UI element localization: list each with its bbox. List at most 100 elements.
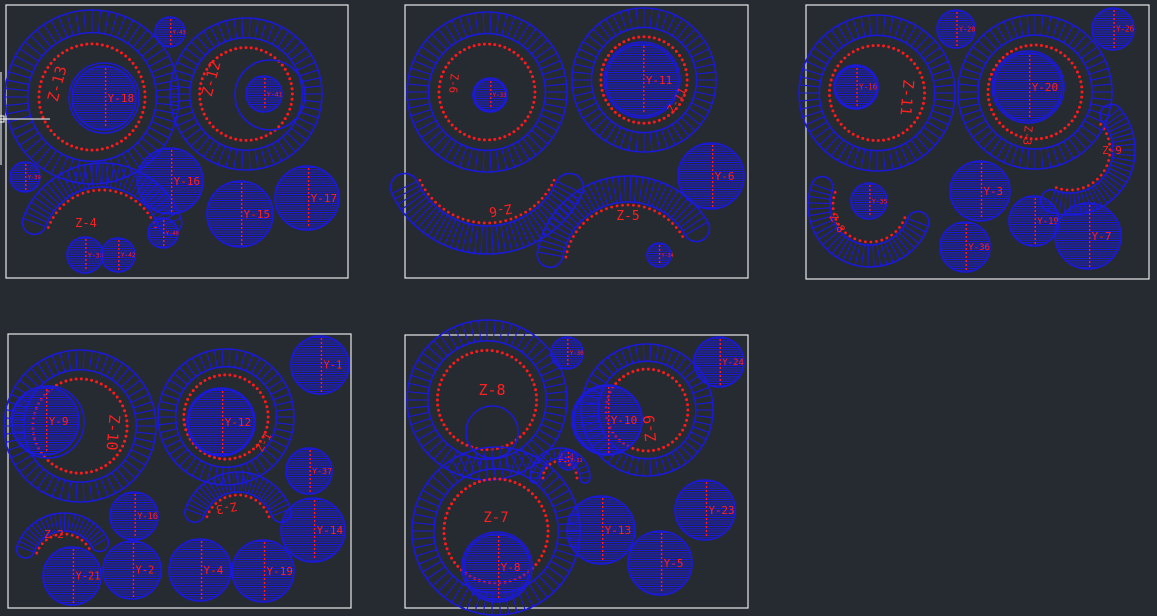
disc-part[interactable]: Y-9: [10, 386, 80, 456]
disc-label: Y-42: [121, 252, 136, 259]
disc-label: Y-18: [108, 92, 135, 105]
disc-part[interactable]: Y-4: [168, 538, 232, 602]
disc-part[interactable]: Y-38: [66, 236, 104, 274]
nesting-sheet: Z-4Z-8Z-9Z-7Y-10Y-30Y-24Y-13Y-23Y-5Y-8Y-…: [406, 319, 745, 616]
disc-label: Y-23: [709, 504, 735, 517]
ring-label: Z-7: [483, 510, 508, 526]
ring-label: Z-3: [1020, 125, 1035, 146]
disc-label: Y-35: [872, 197, 888, 205]
disc-part[interactable]: Y-3: [949, 160, 1011, 222]
ring-label: Z-6: [446, 73, 461, 94]
disc-part[interactable]: Y-33: [473, 78, 507, 112]
ring-label: Z-8: [478, 381, 505, 399]
disc-part[interactable]: Y-17: [274, 165, 340, 231]
disc-label: Y-6: [715, 170, 735, 183]
disc-part[interactable]: Y-19: [1008, 195, 1060, 247]
ring-part[interactable]: Z-11: [798, 14, 956, 172]
disc-part[interactable]: Y-39: [9, 161, 41, 193]
disc-part[interactable]: Y-5: [627, 530, 693, 596]
disc-label: Y-2: [135, 565, 154, 577]
disc-label: Y-7: [1092, 230, 1112, 243]
disc-label: Y-31: [571, 458, 583, 464]
ring-label: Z-12: [198, 59, 225, 99]
disc-part[interactable]: Y-35: [850, 182, 888, 220]
disc-part[interactable]: Y-14: [280, 497, 346, 563]
disc-label: Y-9: [49, 415, 69, 428]
disc-label: Y-5: [664, 557, 684, 570]
disc-part[interactable]: Y-28: [936, 9, 976, 49]
disc-label: Y-37: [312, 466, 332, 476]
disc-label: Y-10: [611, 414, 638, 427]
nesting-sheet: Z-6 Z-5Z-6Z-11Y-33Y-11Y-6Y-34: [389, 7, 745, 269]
disc-label: Y-43: [173, 30, 186, 36]
disc-part[interactable]: Y-26: [1091, 7, 1135, 51]
arc-label: Z-9: [1102, 144, 1122, 157]
disc-label: Y-4: [204, 564, 224, 577]
disc-label: Y-34: [662, 253, 674, 259]
disc-part[interactable]: Y-19: [231, 539, 295, 603]
disc-label: Y-12: [225, 416, 252, 429]
disc-label: Y-24: [722, 358, 744, 368]
arc-part[interactable]: Z-2: [15, 512, 110, 559]
disc-label: Y-13: [605, 524, 632, 537]
disc-part[interactable]: Y-21: [42, 546, 102, 606]
ring-label: Z-10: [102, 414, 123, 452]
disc-label: Y-36: [968, 243, 990, 253]
disc-part[interactable]: Y-6: [677, 142, 745, 210]
ring-part[interactable]: Z-13: [4, 9, 180, 185]
disc-part[interactable]: Y-40: [147, 217, 179, 249]
ring-label: Z-13: [44, 64, 71, 104]
ring-label: Z-11: [896, 79, 917, 117]
disc-part[interactable]: Y-2: [102, 540, 162, 600]
disc-label: Y-28: [959, 25, 975, 33]
disc-label: Y-19: [267, 565, 294, 578]
disc-part[interactable]: Y-41: [245, 75, 283, 113]
disc-label: Y-11: [646, 74, 673, 87]
disc-part[interactable]: Y-42: [100, 237, 136, 273]
disc-label: Y-14: [317, 524, 344, 537]
disc-label: Y-33: [493, 93, 507, 99]
arc-label: Z-6: [488, 200, 514, 219]
disc-part[interactable]: Y-34: [646, 242, 674, 268]
disc-part[interactable]: Y-20: [993, 52, 1063, 122]
disc-label: Y-16: [174, 175, 201, 188]
nesting-sheet: Z-3 Z-2 Z-10 Z-1 Y-9 Y-12 Y-1 Y-37 Y-14 Y-16 Y-21 Y…: [3, 335, 350, 606]
disc-part[interactable]: Y-1: [290, 335, 350, 395]
disc-label: Y-41: [267, 90, 283, 98]
disc-part[interactable]: Y-16: [834, 65, 878, 109]
disc-part[interactable]: Y-8: [463, 533, 531, 601]
disc-part[interactable]: Y-11: [605, 43, 679, 117]
crosshair-cursor-icon: [0, 72, 50, 165]
disc-part[interactable]: Y-30: [550, 336, 584, 370]
arc-label: Z-8: [826, 211, 847, 235]
disc-part[interactable]: Y-16: [109, 491, 159, 541]
arc-part[interactable]: Z-4: [21, 162, 183, 236]
cad-drawing-canvas[interactable]: Z-4 Z-13 Z-12 Y-18 Y-16 Y-15 Y-17 Y-41 Y-43 Y-39 Y…: [0, 0, 1157, 616]
arc-label: Z-4: [75, 216, 97, 230]
disc-label: Y-1: [323, 360, 342, 372]
disc-label: Y-40: [166, 231, 179, 237]
disc-part[interactable]: Y-18: [71, 65, 137, 131]
disc-label: Y-16: [137, 512, 158, 522]
disc-part[interactable]: Y-12: [187, 388, 255, 456]
arc-part[interactable]: Z-9: [1039, 103, 1136, 216]
disc-part[interactable]: Y-36: [939, 221, 991, 273]
disc-part[interactable]: Y-15: [206, 180, 274, 248]
disc-part[interactable]: Y-23: [674, 479, 736, 541]
disc-label: Y-26: [1116, 25, 1135, 34]
disc-label: Y-20: [1032, 81, 1059, 94]
disc-label: Y-39: [28, 175, 41, 181]
nesting-sheet: Z-4 Z-13 Z-12 Y-18 Y-16 Y-15 Y-17 Y-41 Y-43 Y-39 Y…: [4, 9, 340, 274]
disc-part[interactable]: Y-43: [154, 16, 186, 48]
disc-label: Y-3: [984, 185, 1004, 198]
arc-label: Z-2: [44, 528, 64, 541]
arc-label: Z-3: [215, 499, 239, 517]
ring-part[interactable]: Z-6: [406, 11, 568, 173]
disc-label: Y-21: [75, 571, 100, 583]
disc-part[interactable]: Y-37: [285, 447, 333, 495]
disc-label: Y-16: [859, 83, 878, 92]
disc-label: Y-17: [311, 192, 338, 205]
disc-part[interactable]: Y-24: [693, 336, 745, 388]
disc-part[interactable]: Y-13: [566, 495, 636, 565]
arc-label: Z-5: [616, 209, 639, 224]
